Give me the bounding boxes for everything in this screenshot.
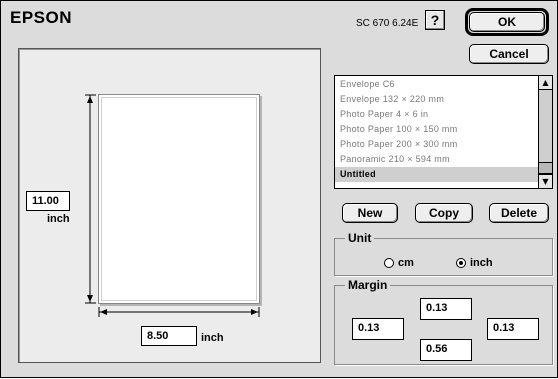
unit-group: Unit cm inch — [334, 231, 553, 276]
list-item[interactable]: Photo Paper 100 × 150 mm — [335, 122, 538, 137]
list-item[interactable]: Photo Paper 4 × 6 in — [335, 107, 538, 122]
delete-button[interactable]: Delete — [489, 203, 549, 223]
margin-top-input[interactable]: 0.13 — [420, 298, 472, 320]
unit-option-cm[interactable]: cm — [384, 252, 414, 271]
copy-button[interactable]: Copy — [415, 203, 473, 223]
scroll-thumb[interactable] — [539, 162, 552, 174]
margin-right-input[interactable]: 0.13 — [487, 318, 539, 340]
list-item[interactable]: Envelope 132 × 220 mm — [335, 92, 538, 107]
list-item[interactable]: Panoramic 210 × 594 mm — [335, 152, 538, 167]
list-item[interactable]: Photo Paper 200 × 300 mm — [335, 137, 538, 152]
margin-bottom-input[interactable]: 0.56 — [420, 339, 472, 361]
custom-paper-dialog: EPSON SC 670 6.24E ? OK Cancel 11.00 inc… — [0, 0, 558, 378]
margin-left-input[interactable]: 0.13 — [352, 318, 404, 340]
unit-option-label: inch — [470, 256, 493, 269]
new-button[interactable]: New — [342, 203, 398, 223]
paper-width-unit: inch — [201, 332, 224, 344]
paper-width-input[interactable]: 8.50 — [141, 326, 197, 346]
paper-height-unit: inch — [47, 213, 70, 225]
list-item-selected[interactable]: Untitled — [335, 167, 538, 182]
radio-selected-icon[interactable] — [456, 257, 466, 268]
unit-group-title: Unit — [345, 231, 375, 245]
paper-size-list[interactable]: Envelope C6 Envelope 132 × 220 mm Photo … — [334, 75, 553, 189]
unit-option-inch[interactable]: inch — [456, 252, 493, 271]
scroll-up-icon[interactable]: ▲ — [539, 76, 552, 90]
radio-icon[interactable] — [384, 257, 394, 268]
list-scrollbar[interactable]: ▲ ▼ — [538, 76, 552, 188]
margin-group-title: Margin — [345, 278, 391, 292]
list-item[interactable]: Envelope C6 — [335, 77, 538, 92]
paper-height-input[interactable]: 11.00 — [26, 191, 70, 211]
unit-option-label: cm — [398, 256, 414, 269]
scroll-down-icon[interactable]: ▼ — [539, 174, 552, 188]
